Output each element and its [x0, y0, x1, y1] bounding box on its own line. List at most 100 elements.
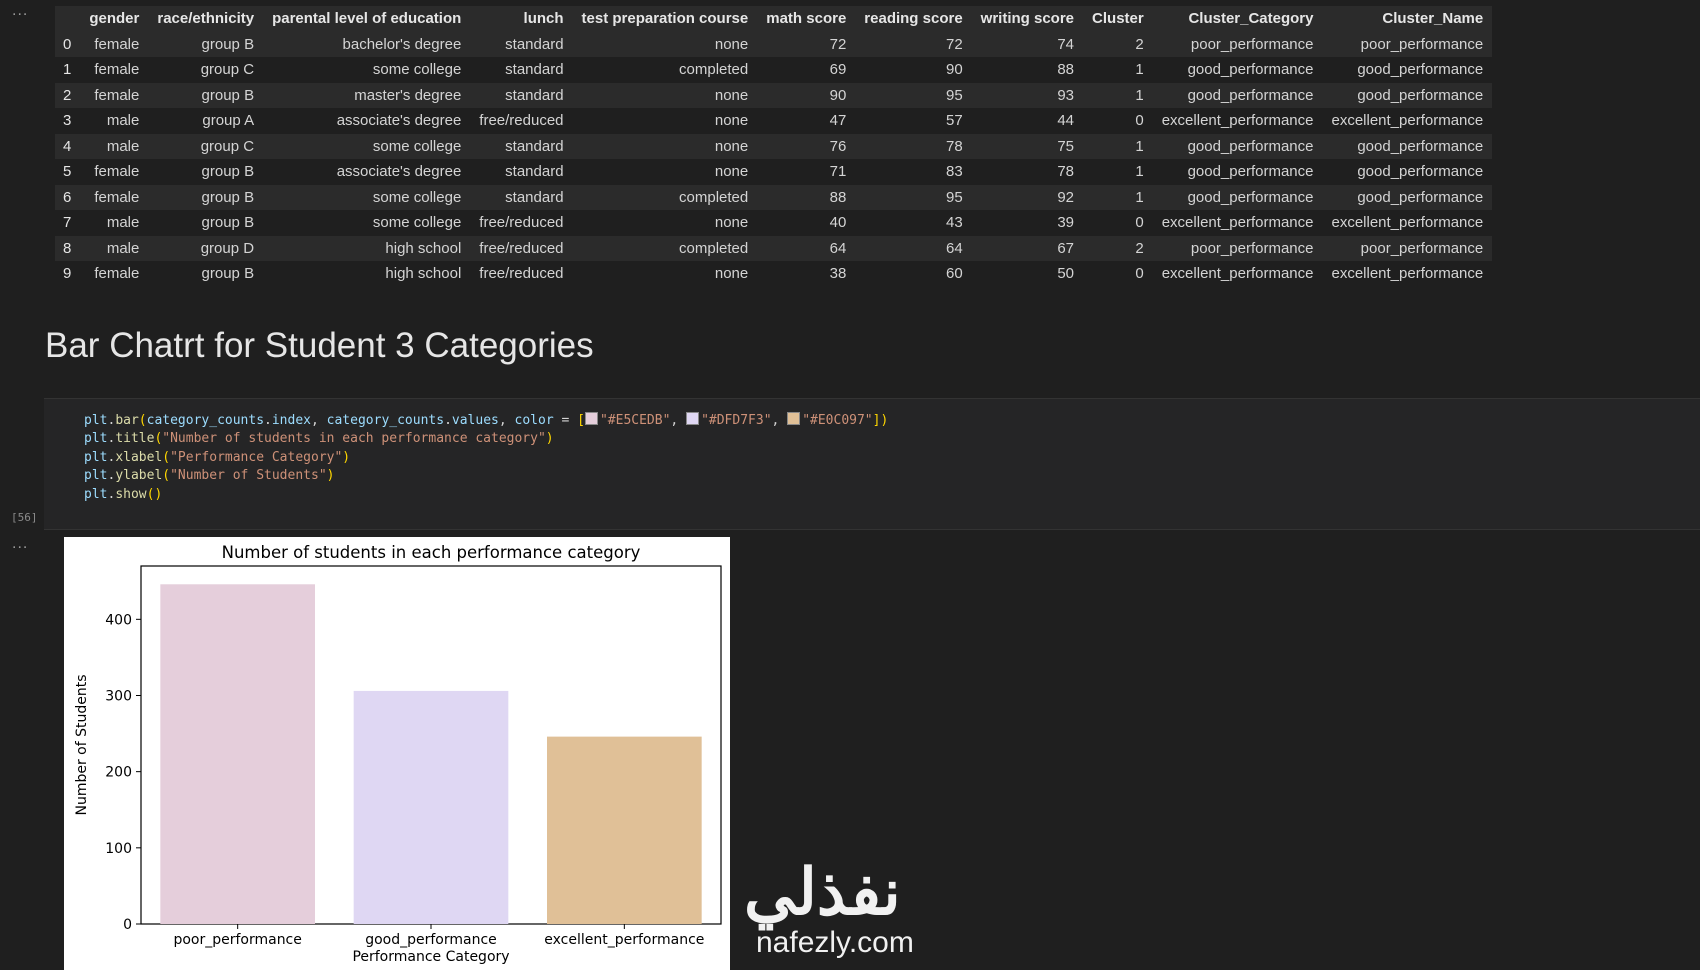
table-cell: 0 — [1135, 265, 1144, 283]
table-row: 6 female group B some college standard comple… — [55, 184, 1493, 210]
table-row: 4 male group C some college standard none 76 78… — [55, 133, 1493, 159]
table-cell: 72 — [945, 35, 963, 53]
x-tick-label: poor_performance — [173, 932, 301, 948]
table-cell: none — [714, 35, 749, 53]
table-row: 1 female group C some college standard comple… — [55, 57, 1492, 83]
table-cell: 72 — [829, 35, 847, 53]
table-cell: 76 — [829, 137, 847, 155]
table-cell: group B — [201, 188, 255, 206]
table-cell: 50 — [1057, 265, 1075, 283]
table-cell: 38 — [829, 265, 847, 283]
color-swatch-3[interactable] — [787, 412, 801, 425]
table-cell: none — [714, 163, 749, 181]
output-ellipsis-top[interactable]: ... — [12, 2, 28, 20]
table-cell: poor_performance — [1360, 35, 1484, 53]
table-cell: group B — [201, 163, 255, 181]
table-cell: good_performance — [1187, 188, 1314, 206]
table-cell: 75 — [1057, 137, 1075, 155]
table-cell: some college — [372, 214, 462, 232]
table-cell: some college — [372, 188, 462, 206]
table-row: 2 female group B master's degree standard non… — [55, 82, 1493, 108]
index-header — [55, 6, 80, 32]
row-index: 6 — [63, 188, 72, 206]
table-cell: group B — [201, 265, 255, 283]
chart-title: Number of students in each performance c… — [222, 543, 641, 562]
table-cell: good_performance — [1357, 163, 1484, 181]
table-cell: 83 — [945, 163, 963, 181]
table-cell: poor_performance — [1360, 239, 1484, 257]
bar-excellent-performance — [547, 736, 702, 924]
table-cell: standard — [505, 137, 564, 155]
table-cell: 0 — [1135, 214, 1144, 232]
row-index: 2 — [63, 86, 72, 104]
table-cell: 88 — [829, 188, 847, 206]
code-editor[interactable]: plt.bar(category_counts.index, category_… — [44, 399, 1700, 504]
table-cell: group B — [201, 214, 255, 232]
x-tick-label: good_performance — [365, 932, 497, 948]
table-cell: 43 — [945, 214, 963, 232]
table-cell: good_performance — [1187, 86, 1314, 104]
table-cell: standard — [505, 61, 564, 79]
table-cell: 90 — [829, 86, 847, 104]
column-header: writing score — [980, 10, 1075, 28]
table-cell: none — [714, 112, 749, 130]
row-index: 9 — [63, 265, 72, 283]
output-ellipsis-chart[interactable]: ... — [12, 535, 28, 553]
row-index: 5 — [63, 163, 72, 181]
code-line-5[interactable]: plt.show() — [84, 487, 162, 502]
code-line-1[interactable]: plt.bar(category_counts.index, category_… — [84, 412, 888, 428]
y-tick-label: 400 — [105, 612, 132, 628]
column-header: gender — [89, 10, 140, 28]
y-tick-label: 0 — [123, 917, 132, 933]
table-cell: 64 — [945, 239, 963, 257]
table-cell: standard — [505, 86, 564, 104]
code-line-3[interactable]: plt.xlabel("Performance Category") — [84, 450, 350, 465]
table-cell: good_performance — [1357, 188, 1484, 206]
table-cell: 92 — [1057, 188, 1075, 206]
markdown-heading: Bar Chatrt for Student 3 Categories — [45, 326, 594, 365]
table-cell: free/reduced — [479, 214, 564, 232]
y-tick-label: 200 — [105, 765, 132, 781]
table-cell: 78 — [1057, 163, 1075, 181]
table-cell: 69 — [829, 61, 847, 79]
table-cell: standard — [505, 35, 564, 53]
table-cell: some college — [372, 137, 462, 155]
table-cell: female — [94, 35, 140, 53]
table-cell: group C — [200, 137, 255, 155]
x-tick-label: excellent_performance — [544, 932, 704, 948]
table-cell: excellent_performance — [1161, 265, 1314, 283]
color-swatch-2[interactable] — [686, 412, 700, 425]
table-cell: completed — [679, 188, 749, 206]
y-axis-label: Number of Students — [74, 674, 90, 815]
table-cell: 93 — [1057, 86, 1075, 104]
table-cell: good_performance — [1357, 86, 1484, 104]
table-cell: completed — [679, 61, 749, 79]
table-cell: 47 — [829, 112, 847, 130]
table-cell: good_performance — [1357, 137, 1484, 155]
table-cell: 1 — [1135, 137, 1144, 155]
table-cell: female — [94, 61, 140, 79]
table-cell: female — [94, 163, 140, 181]
table-cell: 44 — [1057, 112, 1075, 130]
table-cell: 39 — [1057, 214, 1075, 232]
column-header: race/ethnicity — [157, 10, 255, 28]
color-swatch-1[interactable] — [584, 412, 598, 425]
code-line-2[interactable]: plt.title("Number of students in each pe… — [84, 431, 554, 446]
table-cell: none — [714, 265, 749, 283]
row-index: 8 — [63, 239, 72, 257]
table-cell: excellent_performance — [1331, 112, 1484, 130]
table-cell: excellent_performance — [1161, 112, 1314, 130]
bar-chart: Number of students in each performance c… — [74, 543, 722, 965]
table-cell: good_performance — [1187, 61, 1314, 79]
table-cell: poor_performance — [1190, 35, 1314, 53]
code-cell[interactable]: plt.bar(category_counts.index, category_… — [44, 398, 1700, 530]
execution-count: [56] — [11, 511, 38, 524]
table-cell: 57 — [945, 112, 963, 130]
table-cell: good_performance — [1187, 137, 1314, 155]
table-cell: female — [94, 188, 140, 206]
table-cell: good_performance — [1187, 163, 1314, 181]
code-line-4[interactable]: plt.ylabel("Number of Students") — [84, 468, 334, 483]
table-cell: group C — [200, 61, 255, 79]
table-cell: 90 — [945, 61, 963, 79]
bar-good-performance — [353, 690, 509, 924]
